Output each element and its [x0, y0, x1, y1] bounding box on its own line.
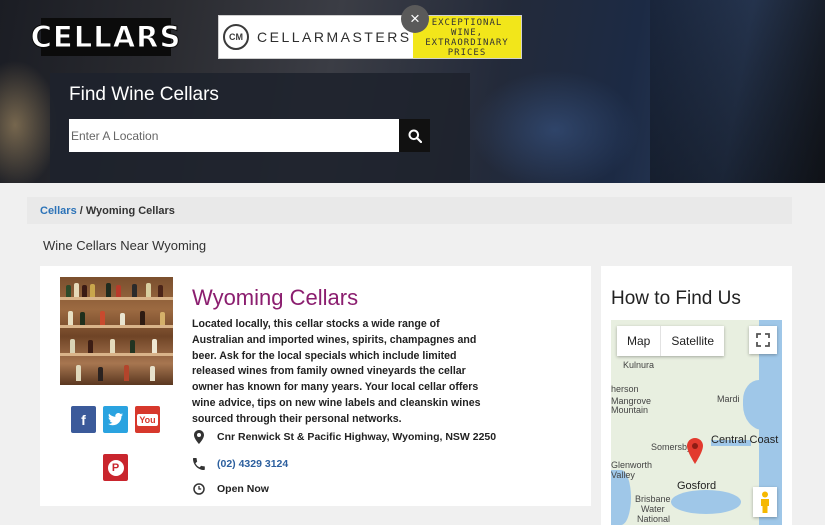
ad-tagline-line: WINE,	[450, 28, 484, 38]
search-button[interactable]	[399, 119, 430, 152]
photo-bottle	[160, 312, 165, 325]
photo-bottle	[90, 284, 95, 297]
listing-description: Located locally, this cellar stocks a wi…	[192, 318, 481, 425]
photo-bottle	[106, 283, 111, 297]
location-search-input[interactable]	[69, 119, 399, 152]
photo-bottle	[66, 285, 71, 297]
hours-row: Open Now	[192, 482, 269, 496]
photo-bottle	[152, 339, 157, 353]
map-location-pin-icon[interactable]	[687, 438, 703, 464]
facebook-icon: f	[81, 411, 86, 428]
map-place-label: Somersby	[651, 442, 692, 452]
ad-tagline-line: EXCEPTIONAL	[431, 18, 503, 28]
site-logo[interactable]: CELLARS	[30, 18, 181, 56]
map-place-label: Brisbane	[635, 494, 671, 504]
fullscreen-icon	[756, 333, 770, 347]
map-card: How to Find Us Map Satellite Kulnura her…	[601, 266, 792, 525]
map-place-label: herson	[611, 384, 639, 394]
listing-hours: Open Now	[217, 483, 269, 495]
photo-bottle	[100, 311, 105, 325]
photo-bottle	[150, 366, 155, 381]
photo-shelf	[60, 353, 173, 356]
map-place-label: Mardi	[717, 394, 740, 404]
hero-banner: CELLARS CM CELLARMASTERS EXCEPTIONAL WIN…	[0, 0, 825, 183]
listing-address: Cnr Renwick St & Pacific Highway, Wyomin…	[217, 431, 497, 443]
section-heading: Wine Cellars Near Wyoming	[43, 238, 207, 253]
phone-row: (02) 4329 3124	[192, 457, 288, 471]
photo-bottle	[116, 285, 121, 297]
map-type-satellite-tab[interactable]: Satellite	[660, 326, 724, 356]
hero-background-glow	[470, 70, 640, 183]
ad-tagline-line: EXTRAORDINARY	[425, 38, 509, 48]
search-panel: Find Wine Cellars	[50, 73, 470, 183]
breadcrumb-current: Wyoming Cellars	[85, 205, 175, 217]
photo-bottle	[88, 340, 93, 353]
clock-icon	[192, 482, 206, 496]
photo-bottle	[146, 283, 151, 297]
photo-bottle	[158, 285, 163, 297]
search-icon	[408, 129, 422, 143]
photo-bottle	[120, 313, 125, 325]
map-type-tabs: Map Satellite	[617, 326, 725, 356]
phone-icon	[192, 457, 206, 471]
twitter-icon	[108, 413, 123, 426]
photo-bottle	[74, 283, 79, 297]
photo-bottle	[80, 312, 85, 325]
pinterest-icon: P	[107, 459, 124, 476]
logo-text: CELLARS	[30, 20, 182, 55]
google-map[interactable]: Map Satellite Kulnura herson Mangrove Mo…	[611, 320, 782, 525]
map-place-label: Valley	[611, 470, 635, 480]
photo-shelf	[60, 297, 173, 300]
map-marker-icon	[192, 430, 206, 444]
youtube-share-button[interactable]: You	[135, 406, 160, 433]
map-place-label: Central Coast	[711, 434, 779, 446]
ad-tagline-line: PRICES	[447, 48, 487, 58]
breadcrumb-separator: /	[76, 205, 86, 217]
map-place-label: Water	[641, 504, 665, 514]
listing-phone-link[interactable]: (02) 4329 3124	[217, 458, 288, 470]
map-place-label: Glenworth	[611, 460, 653, 470]
hero-background-shade	[650, 0, 825, 183]
photo-bottle	[110, 339, 115, 353]
pegman-icon	[761, 491, 769, 513]
photo-bottle	[140, 311, 145, 325]
photo-shelf	[60, 325, 173, 328]
map-fullscreen-button[interactable]	[749, 326, 777, 354]
photo-bottle	[70, 339, 75, 353]
photo-bottle	[76, 365, 81, 381]
map-place-label: Gosford	[677, 480, 717, 492]
ad-tagline: EXCEPTIONAL WINE, EXTRAORDINARY PRICES	[413, 16, 521, 58]
cellar-photo[interactable]	[60, 277, 173, 385]
photo-bottle	[68, 311, 73, 325]
map-title: How to Find Us	[611, 288, 741, 309]
ad-close-button[interactable]: ×	[401, 5, 429, 33]
advertisement-banner[interactable]: CM CELLARMASTERS EXCEPTIONAL WINE, EXTRA…	[218, 15, 522, 59]
map-place-label: Kulnura	[623, 360, 655, 370]
twitter-share-button[interactable]	[103, 406, 128, 433]
search-title: Find Wine Cellars	[69, 84, 219, 105]
ad-brand-badge: CM	[223, 24, 249, 50]
photo-bottle	[82, 285, 87, 297]
map-water	[671, 490, 741, 514]
breadcrumb-link-cellars[interactable]: Cellars	[40, 205, 77, 217]
listing-title[interactable]: Wyoming Cellars	[192, 285, 358, 311]
ad-brand-name: CELLARMASTERS	[257, 29, 412, 45]
photo-bottle	[130, 340, 135, 353]
photo-bottle	[98, 367, 103, 381]
street-view-pegman-button[interactable]	[753, 487, 777, 517]
map-water	[743, 380, 782, 430]
facebook-share-button[interactable]: f	[71, 406, 96, 433]
map-place-label: National	[637, 514, 671, 524]
photo-bottle	[124, 365, 129, 381]
listing-card: f You P Wyoming Cellars Located locally,…	[40, 266, 591, 506]
pinterest-share-button[interactable]: P	[103, 454, 128, 481]
youtube-icon: You	[137, 413, 158, 426]
breadcrumb: Cellars / Wyoming Cellars	[27, 197, 792, 224]
photo-bottle	[132, 284, 137, 297]
map-type-map-tab[interactable]: Map	[617, 326, 660, 356]
map-place-label: Mountain	[611, 405, 649, 415]
address-row: Cnr Renwick St & Pacific Highway, Wyomin…	[192, 430, 496, 444]
